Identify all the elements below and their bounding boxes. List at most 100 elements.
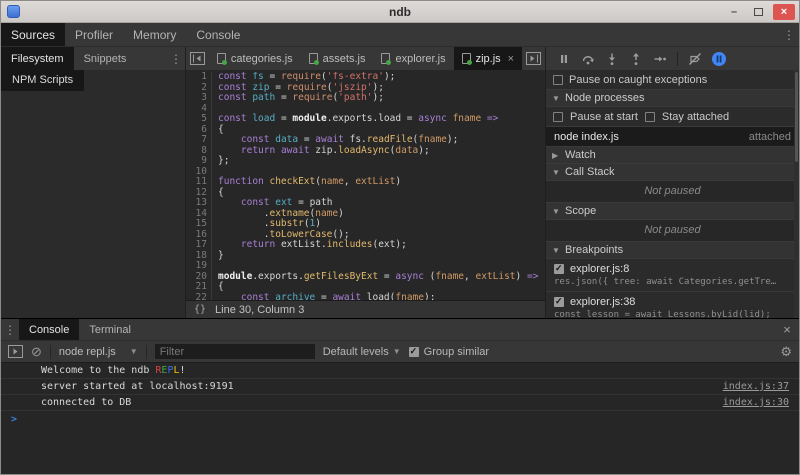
tab-drawer-console[interactable]: Console (19, 319, 79, 340)
section-scope[interactable]: ▼ Scope (546, 203, 799, 220)
section-call-stack[interactable]: ▼ Call Stack (546, 164, 799, 181)
console-drawer: ⋮ Console Terminal × ⊘ node repl.js ▼ De… (1, 318, 799, 474)
clear-console-icon[interactable]: ⊘ (31, 344, 42, 360)
file-tab-explorer[interactable]: explorer.js (373, 47, 453, 70)
js-file-icon (381, 53, 390, 64)
breakpoint-checkbox[interactable] (554, 264, 564, 274)
sub-toolbar: Filesystem Snippets ⋮ categories.js asse… (1, 47, 799, 70)
editor-tab-strip: categories.js assets.js explorer.js zip.… (186, 47, 546, 70)
debugger-toolbar (546, 47, 799, 70)
console-settings-icon[interactable]: ⚙ (780, 344, 792, 360)
close-tab-icon[interactable]: × (508, 53, 514, 65)
tab-sources[interactable]: Sources (1, 23, 65, 46)
breakpoint-code-preview[interactable]: res.json({ tree: await Categories.getTre… (546, 276, 799, 292)
source-editor: 12345678910111213141516171819202122 cons… (186, 70, 546, 318)
toolbar-divider (50, 345, 51, 359)
stay-attached-checkbox[interactable] (645, 112, 655, 122)
scope-empty: Not paused (546, 220, 799, 242)
minimize-button[interactable]: – (725, 4, 743, 20)
step-into-icon[interactable] (602, 50, 622, 68)
pause-at-start-checkbox[interactable] (553, 112, 563, 122)
breakpoint-item[interactable]: explorer.js:8 (546, 259, 799, 276)
tab-profiler[interactable]: Profiler (65, 23, 123, 46)
console-message: server started at localhost:9191index.js… (1, 379, 799, 395)
step-out-icon[interactable] (626, 50, 646, 68)
close-button[interactable]: × (773, 4, 795, 20)
close-drawer-icon[interactable]: × (775, 319, 799, 340)
toolbar-divider (146, 345, 147, 359)
tab-snippets[interactable]: Snippets (74, 47, 137, 70)
code-lines[interactable]: const fs = require('fs-extra');const zip… (212, 72, 545, 300)
file-tab-zip[interactable]: zip.js × (454, 47, 523, 70)
node-process-options: Pause at start Stay attached (546, 107, 799, 127)
navigator-pane: NPM Scripts (1, 70, 186, 318)
tab-console[interactable]: Console (186, 23, 250, 46)
pause-icon[interactable] (554, 50, 574, 68)
section-watch[interactable]: ▶ Watch (546, 147, 799, 164)
step-over-icon[interactable] (578, 50, 598, 68)
file-tab-categories[interactable]: categories.js (209, 47, 301, 70)
npm-scripts-item[interactable]: NPM Scripts (1, 70, 84, 91)
pause-caught-exceptions-checkbox[interactable] (553, 75, 563, 85)
step-icon[interactable] (650, 50, 670, 68)
console-message: Welcome to the ndb REPL! (1, 363, 799, 379)
group-similar-checkbox[interactable] (409, 347, 419, 357)
filter-input[interactable] (155, 344, 315, 359)
chevron-down-icon: ▼ (552, 207, 560, 216)
js-file-icon (462, 53, 471, 64)
pause-caught-exceptions-row[interactable]: Pause on caught exceptions (546, 70, 799, 90)
pretty-print-icon[interactable]: {} (194, 304, 206, 315)
deactivate-breakpoints-icon[interactable] (685, 50, 705, 68)
tab-memory[interactable]: Memory (123, 23, 186, 46)
console-prompt[interactable]: > (1, 411, 799, 428)
file-tab-assets[interactable]: assets.js (301, 47, 374, 70)
console-source-link[interactable]: index.js:30 (723, 397, 789, 408)
tab-filesystem[interactable]: Filesystem (1, 47, 74, 70)
js-file-icon (309, 53, 318, 64)
node-process-item[interactable]: node index.js attached (546, 127, 799, 147)
console-messages[interactable]: Welcome to the ndb REPL!server started a… (1, 363, 799, 474)
drawer-menu-icon[interactable]: ⋮ (1, 319, 19, 340)
titlebar: ndb – × (1, 1, 799, 23)
console-sidebar-icon[interactable] (8, 345, 23, 358)
ndb-window: ndb – × Sources Profiler Memory Console … (0, 0, 800, 475)
cursor-position: Line 30, Column 3 (215, 304, 304, 316)
editor-status-bar: {} Line 30, Column 3 (186, 300, 545, 318)
pause-on-exceptions-icon[interactable] (709, 50, 729, 68)
chevron-right-icon: ▶ (552, 151, 560, 160)
code-area[interactable]: 12345678910111213141516171819202122 cons… (186, 70, 545, 300)
devtools-menu-icon[interactable]: ⋮ (779, 23, 799, 46)
main-content: NPM Scripts 1234567891011121314151617181… (1, 70, 799, 318)
js-file-icon (217, 53, 226, 64)
process-status: attached (749, 131, 791, 143)
section-breakpoints[interactable]: ▼ Breakpoints (546, 242, 799, 259)
chevron-down-icon: ▼ (552, 168, 560, 177)
breakpoint-code-preview[interactable]: const lesson = await Lessons.byLid(lid); (546, 309, 799, 318)
gutter[interactable]: 12345678910111213141516171819202122 (186, 72, 212, 300)
console-message: connected to DBindex.js:30 (1, 395, 799, 411)
log-levels-dropdown[interactable]: Default levels ▼ (323, 346, 401, 358)
maximize-button[interactable] (749, 4, 767, 20)
toolbar-divider (677, 52, 678, 66)
window-title: ndb (1, 5, 799, 19)
execution-context-selector[interactable]: node repl.js ▼ (59, 346, 138, 358)
tab-drawer-terminal[interactable]: Terminal (79, 319, 141, 340)
chevron-down-icon: ▼ (552, 94, 560, 103)
navigator-menu-icon[interactable]: ⋮ (167, 47, 185, 70)
debugger-pane: Pause on caught exceptions ▼ Node proces… (546, 70, 799, 318)
tab-strip-left-icon[interactable] (186, 47, 209, 70)
tab-strip-right-icon[interactable] (522, 47, 545, 70)
breakpoint-item[interactable]: explorer.js:38 (546, 292, 799, 309)
chevron-down-icon: ▼ (130, 347, 138, 356)
drawer-tab-bar: ⋮ Console Terminal × (1, 319, 799, 341)
main-tab-bar: Sources Profiler Memory Console ⋮ (1, 23, 799, 47)
call-stack-empty: Not paused (546, 181, 799, 203)
scrollbar[interactable] (794, 70, 799, 318)
chevron-down-icon: ▼ (393, 347, 401, 356)
navigator-tab-bar: Filesystem Snippets ⋮ (1, 47, 186, 70)
group-similar-option[interactable]: Group similar (409, 346, 489, 358)
console-source-link[interactable]: index.js:37 (723, 381, 789, 392)
console-toolbar: ⊘ node repl.js ▼ Default levels ▼ Group … (1, 341, 799, 363)
breakpoint-checkbox[interactable] (554, 297, 564, 307)
section-node-processes[interactable]: ▼ Node processes (546, 90, 799, 107)
